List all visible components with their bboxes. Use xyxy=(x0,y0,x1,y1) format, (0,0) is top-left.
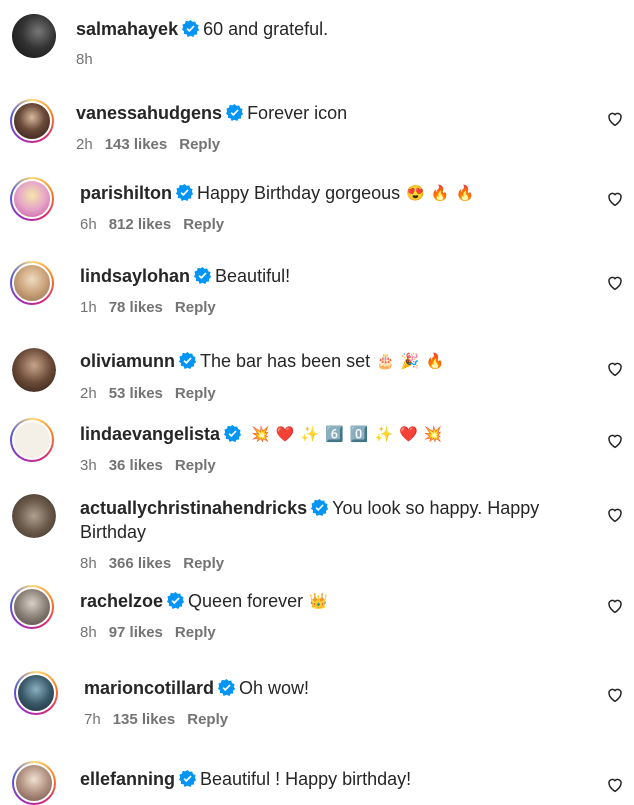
reply-button[interactable]: Reply xyxy=(175,385,216,402)
avatar[interactable] xyxy=(12,348,56,392)
emoji: 🔥 xyxy=(425,353,445,370)
like-count[interactable]: 366 likes xyxy=(109,555,172,572)
verified-badge-icon xyxy=(176,184,194,201)
avatar[interactable] xyxy=(10,261,54,305)
comment-text: Oh wow! xyxy=(239,678,310,698)
verified-badge-icon xyxy=(167,592,185,609)
comment-time: 3h xyxy=(80,457,97,474)
emoji: ✨ xyxy=(300,426,320,443)
comment-text: Happy Birthday gorgeous xyxy=(197,183,401,203)
reply-button[interactable]: Reply xyxy=(183,555,224,572)
emoji: 💥 xyxy=(423,426,443,443)
comment-time: 7h xyxy=(84,711,101,728)
heart-icon[interactable] xyxy=(606,776,624,794)
username[interactable]: salmahayek xyxy=(76,19,178,39)
heart-icon[interactable] xyxy=(606,686,624,704)
username[interactable]: rachelzoe xyxy=(80,591,163,611)
verified-badge-icon xyxy=(182,20,200,37)
comment-time: 6h xyxy=(80,216,97,233)
like-count[interactable]: 143 likes xyxy=(105,136,168,153)
username[interactable]: oliviamunn xyxy=(80,351,175,371)
emoji: 👑 xyxy=(309,593,328,610)
emoji: 😍 xyxy=(406,185,425,202)
username[interactable]: marioncotillard xyxy=(84,678,214,698)
username[interactable]: actuallychristinahendricks xyxy=(80,498,307,518)
like-count[interactable]: 135 likes xyxy=(113,711,176,728)
heart-icon[interactable] xyxy=(606,190,624,208)
username[interactable]: ellefanning xyxy=(80,769,175,789)
comment-time: 8h xyxy=(80,555,97,572)
username[interactable]: lindsaylohan xyxy=(80,266,190,286)
heart-icon[interactable] xyxy=(606,360,624,378)
like-count[interactable]: 78 likes xyxy=(109,299,163,316)
verified-badge-icon xyxy=(194,267,212,284)
comment-text: Queen forever xyxy=(188,591,304,611)
verified-badge-icon xyxy=(179,352,197,369)
emoji: 🎉 xyxy=(400,353,420,370)
avatar[interactable] xyxy=(10,177,54,221)
emoji: 0️⃣ xyxy=(349,426,369,443)
emoji: 6️⃣ xyxy=(325,426,344,443)
reply-button[interactable]: Reply xyxy=(175,457,216,474)
avatar[interactable] xyxy=(10,99,54,143)
emoji: ✨ xyxy=(374,426,394,443)
like-count[interactable]: 97 likes xyxy=(109,624,163,641)
avatar[interactable] xyxy=(14,671,58,715)
verified-badge-icon xyxy=(179,770,197,787)
comment-text: Forever icon xyxy=(247,103,348,123)
reply-button[interactable]: Reply xyxy=(175,624,216,641)
reply-button[interactable]: Reply xyxy=(179,136,220,153)
avatar[interactable] xyxy=(10,418,54,462)
comment-time: 2h xyxy=(76,136,93,153)
avatar[interactable] xyxy=(12,761,56,805)
emoji: ❤️ xyxy=(399,426,418,443)
verified-badge-icon xyxy=(218,679,236,696)
username[interactable]: parishilton xyxy=(80,183,172,203)
verified-badge-icon xyxy=(311,499,329,516)
heart-icon[interactable] xyxy=(606,274,624,292)
verified-badge-icon xyxy=(226,104,244,121)
like-count[interactable]: 36 likes xyxy=(109,457,163,474)
heart-icon[interactable] xyxy=(606,597,624,615)
heart-icon[interactable] xyxy=(606,506,624,524)
heart-icon[interactable] xyxy=(606,432,624,450)
post-time: 8h xyxy=(76,51,93,68)
avatar[interactable] xyxy=(12,14,56,58)
emoji: 🔥 xyxy=(430,185,450,202)
comment-text: The bar has been set xyxy=(200,351,371,371)
emoji: ❤️ xyxy=(275,426,295,443)
verified-badge-icon xyxy=(224,425,242,442)
username[interactable]: lindaevangelista xyxy=(80,424,220,444)
reply-button[interactable]: Reply xyxy=(183,216,224,233)
comment-time: 8h xyxy=(80,624,97,641)
like-count[interactable]: 53 likes xyxy=(109,385,163,402)
comment-text: Beautiful ! Happy birthday! xyxy=(200,769,412,789)
username[interactable]: vanessahudgens xyxy=(76,103,222,123)
comment-time: 1h xyxy=(80,299,97,316)
emoji: 🎂 xyxy=(376,353,395,370)
emoji: 🔥 xyxy=(455,185,475,202)
reply-button[interactable]: Reply xyxy=(175,299,216,316)
emoji: 💥 xyxy=(251,426,270,443)
reply-button[interactable]: Reply xyxy=(187,711,228,728)
avatar[interactable] xyxy=(12,494,56,538)
heart-icon[interactable] xyxy=(606,110,624,128)
comment-time: 2h xyxy=(80,385,97,402)
comment-text: Beautiful! xyxy=(215,266,291,286)
caption-text: 60 and grateful. xyxy=(203,19,329,39)
like-count[interactable]: 812 likes xyxy=(109,216,172,233)
avatar[interactable] xyxy=(10,585,54,629)
